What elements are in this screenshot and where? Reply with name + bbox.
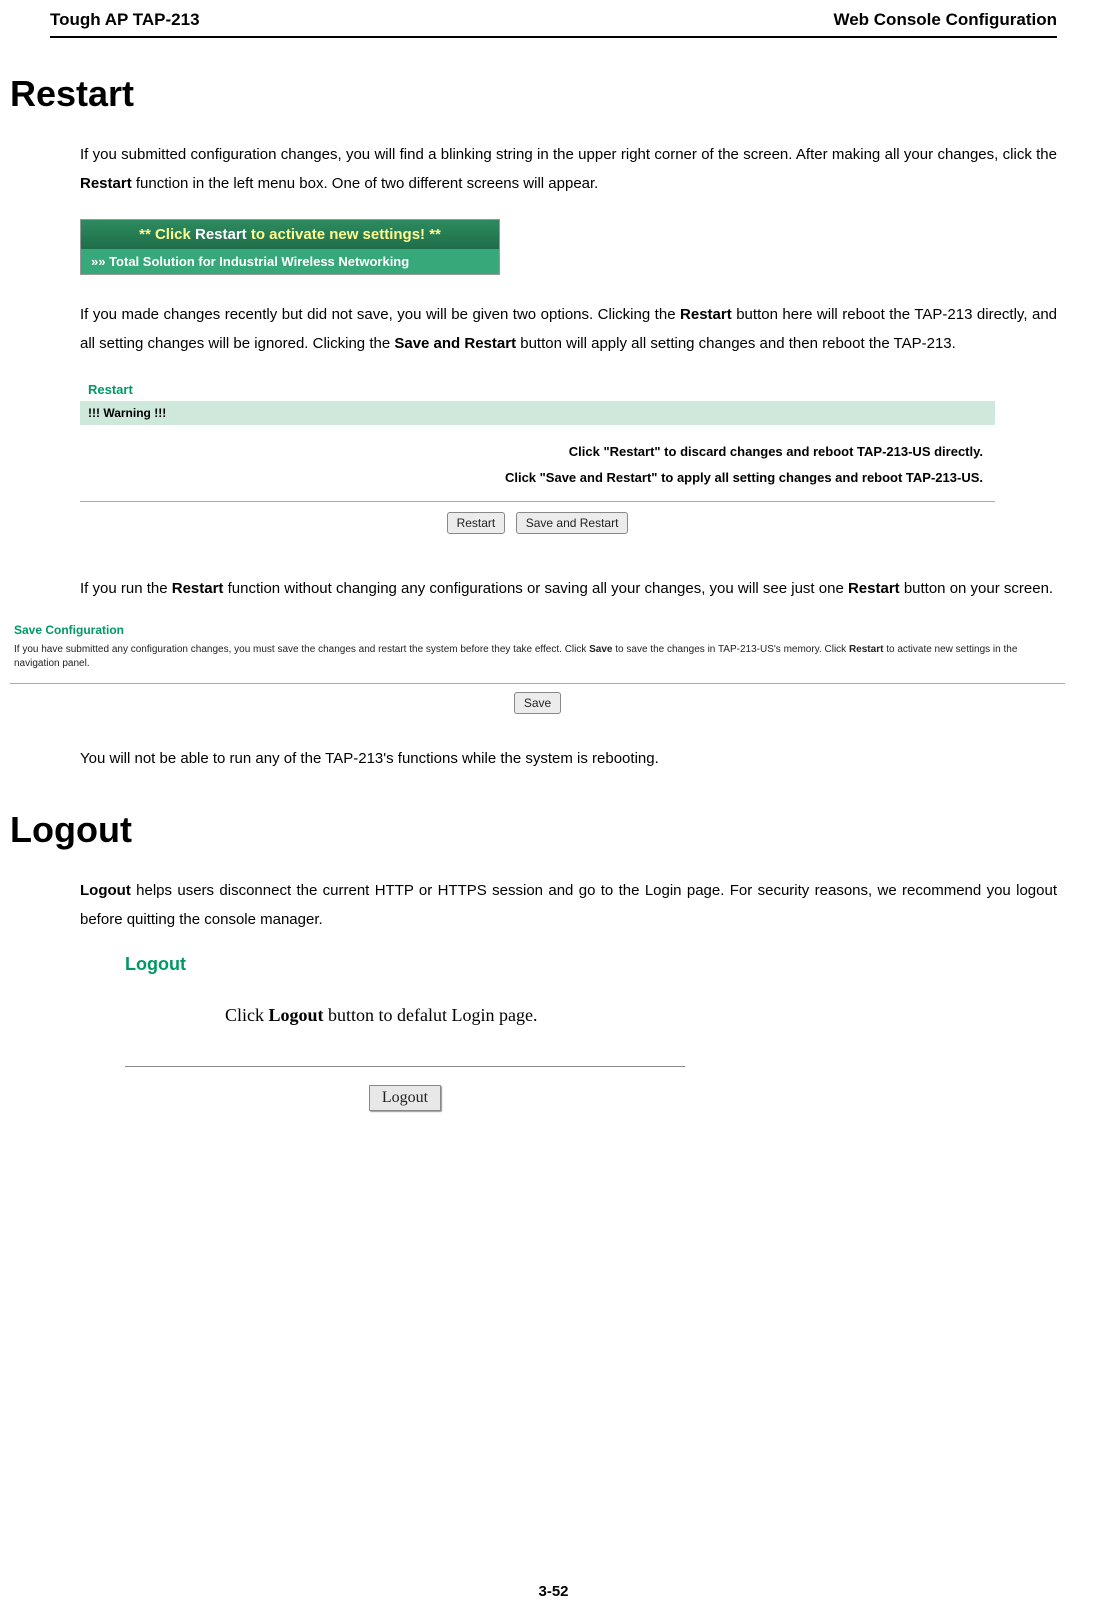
bold: Logout bbox=[269, 1005, 324, 1025]
header-section: Web Console Configuration bbox=[833, 10, 1057, 30]
restart-button[interactable]: Restart bbox=[447, 512, 506, 534]
logout-box-msg: Click Logout button to defalut Login pag… bbox=[225, 1005, 725, 1026]
text: button will apply all setting changes an… bbox=[516, 335, 956, 352]
bold: Restart bbox=[80, 175, 132, 192]
text: to activate new settings! ** bbox=[247, 226, 441, 243]
save-button[interactable]: Save bbox=[514, 692, 561, 714]
page-header: Tough AP TAP-213 Web Console Configurati… bbox=[50, 10, 1057, 38]
restart-warning-bar: !!! Warning !!! bbox=[80, 401, 995, 425]
logout-screenshot: Logout Click Logout button to defalut Lo… bbox=[125, 954, 725, 1111]
restart-msg-1: Click "Restart" to discard changes and r… bbox=[92, 439, 983, 465]
bold: Restart bbox=[680, 306, 732, 323]
save-and-restart-button[interactable]: Save and Restart bbox=[516, 512, 629, 534]
restart-heading: Restart bbox=[10, 73, 1057, 115]
save-config-screenshot: Save Configuration If you have submitted… bbox=[10, 623, 1065, 714]
bold: Save bbox=[589, 644, 612, 655]
divider bbox=[125, 1066, 685, 1067]
banner-top: ** Click Restart to activate new setting… bbox=[81, 220, 499, 249]
text: If you made changes recently but did not… bbox=[80, 306, 680, 323]
text: function without changing any configurat… bbox=[223, 580, 848, 597]
page-number: 3-52 bbox=[0, 1583, 1107, 1600]
text: button on your screen. bbox=[900, 580, 1053, 597]
restart-messages: Click "Restart" to discard changes and r… bbox=[80, 425, 995, 501]
bold: Restart bbox=[848, 580, 900, 597]
text: Click bbox=[225, 1005, 269, 1025]
text: If you have submitted any configuration … bbox=[14, 644, 589, 655]
bold: Restart bbox=[849, 644, 883, 655]
restart-buttons: Restart Save and Restart bbox=[80, 501, 995, 544]
header-product: Tough AP TAP-213 bbox=[50, 10, 200, 30]
text: to save the changes in TAP-213-US's memo… bbox=[613, 644, 849, 655]
logout-paragraph-1: Logout helps users disconnect the curren… bbox=[80, 876, 1057, 935]
text: Restart bbox=[195, 226, 247, 243]
logout-heading: Logout bbox=[10, 809, 1057, 851]
restart-screenshot: Restart !!! Warning !!! Click "Restart" … bbox=[80, 378, 995, 544]
bold: Restart bbox=[172, 580, 224, 597]
bold: Logout bbox=[80, 882, 131, 899]
restart-msg-2: Click "Save and Restart" to apply all se… bbox=[92, 465, 983, 491]
restart-paragraph-1: If you submitted configuration changes, … bbox=[80, 140, 1057, 199]
logout-box-title: Logout bbox=[125, 954, 725, 975]
save-config-title: Save Configuration bbox=[10, 623, 1065, 641]
logout-button-area: Logout bbox=[125, 1085, 685, 1111]
banner-bottom: »» Total Solution for Industrial Wireles… bbox=[81, 249, 499, 274]
activate-settings-banner: ** Click Restart to activate new setting… bbox=[80, 219, 500, 275]
restart-box-title: Restart bbox=[80, 378, 995, 401]
text: helps users disconnect the current HTTP … bbox=[80, 882, 1057, 928]
restart-paragraph-2: If you made changes recently but did not… bbox=[80, 300, 1057, 359]
save-button-area: Save bbox=[10, 683, 1065, 714]
logout-button[interactable]: Logout bbox=[369, 1085, 441, 1111]
text: If you run the bbox=[80, 580, 172, 597]
bold: Save and Restart bbox=[394, 335, 516, 352]
text: button to defalut Login page. bbox=[324, 1005, 538, 1025]
save-config-desc: If you have submitted any configuration … bbox=[10, 641, 1065, 673]
restart-paragraph-3: If you run the Restart function without … bbox=[80, 574, 1057, 603]
restart-paragraph-4: You will not be able to run any of the T… bbox=[80, 744, 1057, 773]
text: If you submitted configuration changes, … bbox=[80, 146, 1057, 163]
text: ** Click bbox=[139, 226, 195, 243]
text: function in the left menu box. One of tw… bbox=[132, 175, 599, 192]
